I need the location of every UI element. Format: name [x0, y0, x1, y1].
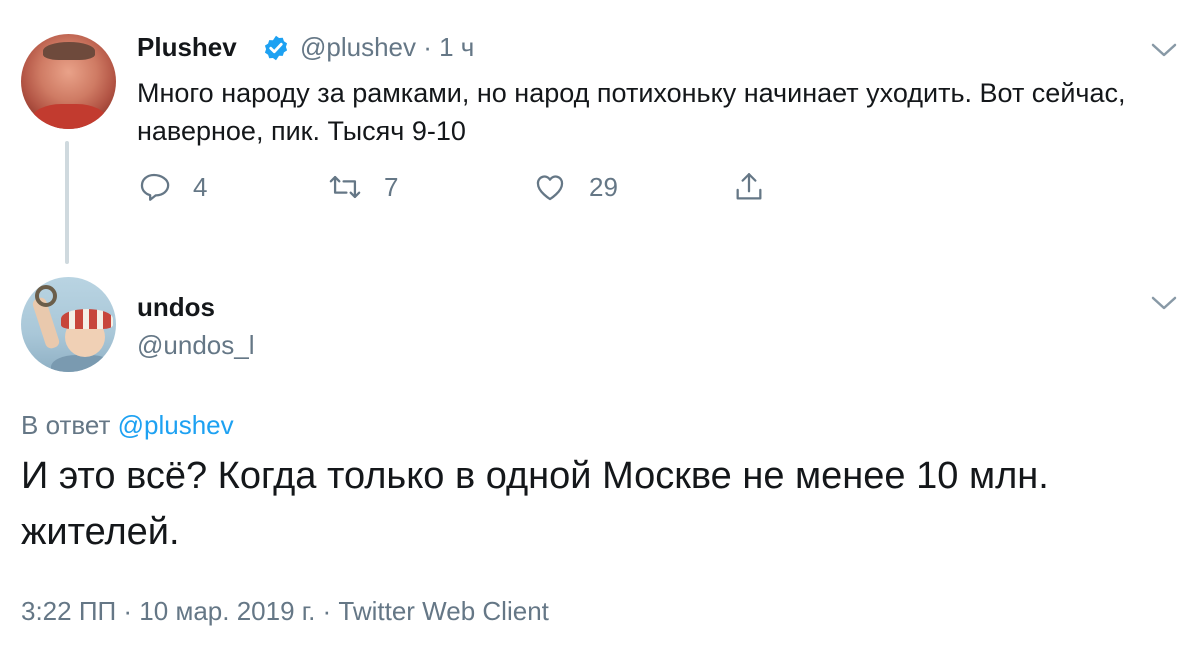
reply-button[interactable]: 4: [137, 170, 207, 204]
thread-connector-line: [65, 141, 69, 264]
reply-icon: [140, 173, 170, 201]
reply-context: В ответ @plushev: [21, 408, 234, 442]
like-button[interactable]: 29: [533, 170, 618, 204]
like-icon: [536, 175, 564, 201]
retweet-icon: [329, 175, 361, 199]
author-handle-time[interactable]: @plushev · 1 ч: [300, 30, 474, 64]
tweet-meta[interactable]: 3:22 ПП · 10 мар. 2019 г. · Twitter Web …: [21, 594, 549, 628]
reply-context-prefix: В ответ: [21, 410, 111, 440]
reply-author-name[interactable]: undos: [137, 290, 215, 324]
reply-tweet-text: И это всё? Когда только в одной Москве н…: [21, 455, 1049, 553]
share-icon: [736, 173, 762, 200]
avatar-plushev[interactable]: [21, 34, 116, 129]
reply-to-link[interactable]: @plushev: [118, 410, 234, 440]
avatar-undos[interactable]: [21, 277, 116, 372]
tweet-text: Много народу за рамками, но народ потихо…: [137, 78, 1126, 146]
reply-count: 4: [193, 171, 208, 202]
verified-badge-icon: [264, 35, 288, 61]
like-count: 29: [589, 171, 618, 202]
author-name[interactable]: Plushev: [137, 30, 237, 64]
retweet-button[interactable]: 7: [328, 170, 398, 204]
reply-author-handle[interactable]: @undos_l: [137, 328, 254, 362]
chevron-down-icon[interactable]: [1151, 295, 1177, 311]
share-button[interactable]: [732, 170, 766, 204]
retweet-count: 7: [384, 171, 399, 202]
chevron-down-icon[interactable]: [1151, 42, 1177, 58]
